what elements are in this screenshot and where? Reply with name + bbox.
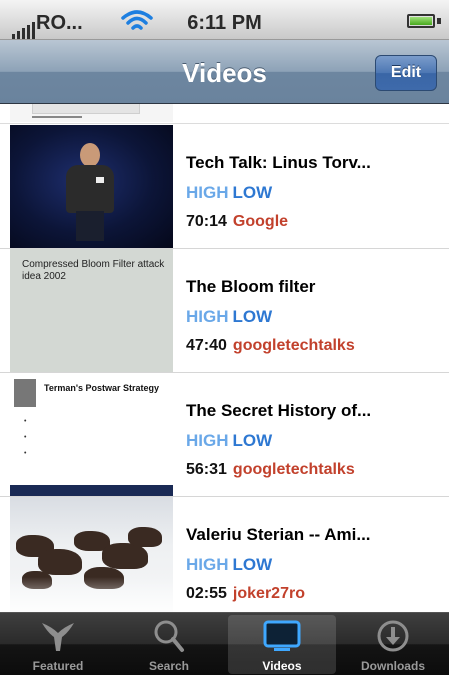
low-quality-link[interactable]: LOW — [233, 307, 273, 326]
battery-icon — [407, 14, 435, 28]
tab-featured[interactable]: Featured — [4, 615, 112, 674]
thumbnail-slide-heading: Terman's Postwar Strategy — [44, 383, 160, 393]
tab-downloads[interactable]: Downloads — [339, 615, 447, 674]
video-duration: 56:31 — [186, 461, 227, 478]
video-meta: 47:40 googletechtalks — [186, 337, 441, 359]
video-author: googletechtalks — [232, 337, 355, 354]
video-thumbnail: Compressed Bloom Filter attack idea 2002 — [10, 249, 173, 372]
video-thumbnail: Terman's Postwar Strategy • • • — [10, 373, 173, 496]
video-title: Valeriu Sterian -- Ami... — [186, 525, 371, 544]
video-thumbnail — [10, 497, 173, 612]
video-info: The Bloom filter HIGH LOW 47:40 googletech… — [186, 277, 441, 359]
video-thumbnail — [10, 104, 173, 122]
list-item[interactable]: Valeriu Sterian -- Ami... HIGH LOW 02:55 j… — [0, 497, 449, 612]
tab-label: Downloads — [360, 659, 425, 673]
video-meta: 02:55 joker27ro — [186, 585, 441, 607]
video-author: googletechtalks — [232, 461, 355, 478]
video-meta: 56:31 googletechtalks — [186, 461, 441, 483]
downloads-icon — [377, 620, 409, 652]
low-quality-link[interactable]: LOW — [233, 431, 273, 450]
status-time: 6:11 PM — [187, 12, 262, 34]
video-title: The Secret History of... — [186, 401, 372, 420]
tab-label: Search — [148, 659, 190, 673]
featured-icon — [42, 623, 74, 651]
thumbnail-slide-text: Compressed Bloom Filter attack idea 2002 — [22, 259, 165, 282]
video-info: The Secret History of... HIGH LOW 56:31 go… — [186, 401, 441, 483]
battery-level — [410, 17, 432, 25]
list-item[interactable]: Compressed Bloom Filter attack idea 2002… — [0, 249, 449, 373]
low-quality-link[interactable]: LOW — [233, 183, 273, 202]
high-quality-link[interactable]: HIGH — [186, 431, 229, 450]
list-item[interactable]: Tech Talk: Linus Torv... HIGH LOW 70:14 Go… — [0, 125, 449, 249]
video-info: Tech Talk: Linus Torv... HIGH LOW 70:14 Go… — [186, 153, 441, 235]
search-icon — [154, 620, 184, 652]
tab-videos[interactable]: Videos — [228, 615, 336, 674]
status-bar: RO... 6:11 PM — [0, 0, 449, 40]
navigation-bar: Videos Edit — [0, 40, 449, 104]
list-item[interactable]: Terman's Postwar Strategy • • • The Secr… — [0, 373, 449, 497]
video-title: Tech Talk: Linus Torv... — [186, 153, 371, 172]
video-duration: 70:14 — [186, 213, 227, 230]
video-info: Valeriu Sterian -- Ami... HIGH LOW 02:55 j… — [186, 525, 441, 607]
video-duration: 47:40 — [186, 337, 227, 354]
video-duration: 02:55 — [186, 585, 227, 602]
tab-bar: Featured Search Videos Downloads — [0, 612, 449, 675]
video-author: joker27ro — [232, 585, 305, 602]
portrait-image — [14, 379, 36, 407]
battery-terminal — [437, 18, 441, 24]
videos-icon — [263, 620, 301, 651]
quality-options: HIGH LOW — [186, 555, 441, 577]
list-item-partial[interactable] — [0, 104, 449, 124]
high-quality-link[interactable]: HIGH — [186, 555, 229, 574]
high-quality-link[interactable]: HIGH — [186, 183, 229, 202]
tab-label: Featured — [32, 659, 84, 673]
low-quality-link[interactable]: LOW — [233, 555, 273, 574]
video-title: The Bloom filter — [186, 277, 316, 296]
quality-options: HIGH LOW — [186, 183, 441, 205]
video-thumbnail — [10, 125, 173, 248]
tab-label: Videos — [262, 659, 302, 673]
edit-button[interactable]: Edit — [375, 55, 437, 91]
quality-options: HIGH LOW — [186, 307, 441, 329]
video-meta: 70:14 Google — [186, 213, 441, 235]
quality-options: HIGH LOW — [186, 431, 441, 453]
high-quality-link[interactable]: HIGH — [186, 307, 229, 326]
video-list[interactable]: Tech Talk: Linus Torv... HIGH LOW 70:14 Go… — [0, 104, 449, 612]
tab-search[interactable]: Search — [115, 615, 223, 674]
video-author: Google — [232, 213, 289, 230]
